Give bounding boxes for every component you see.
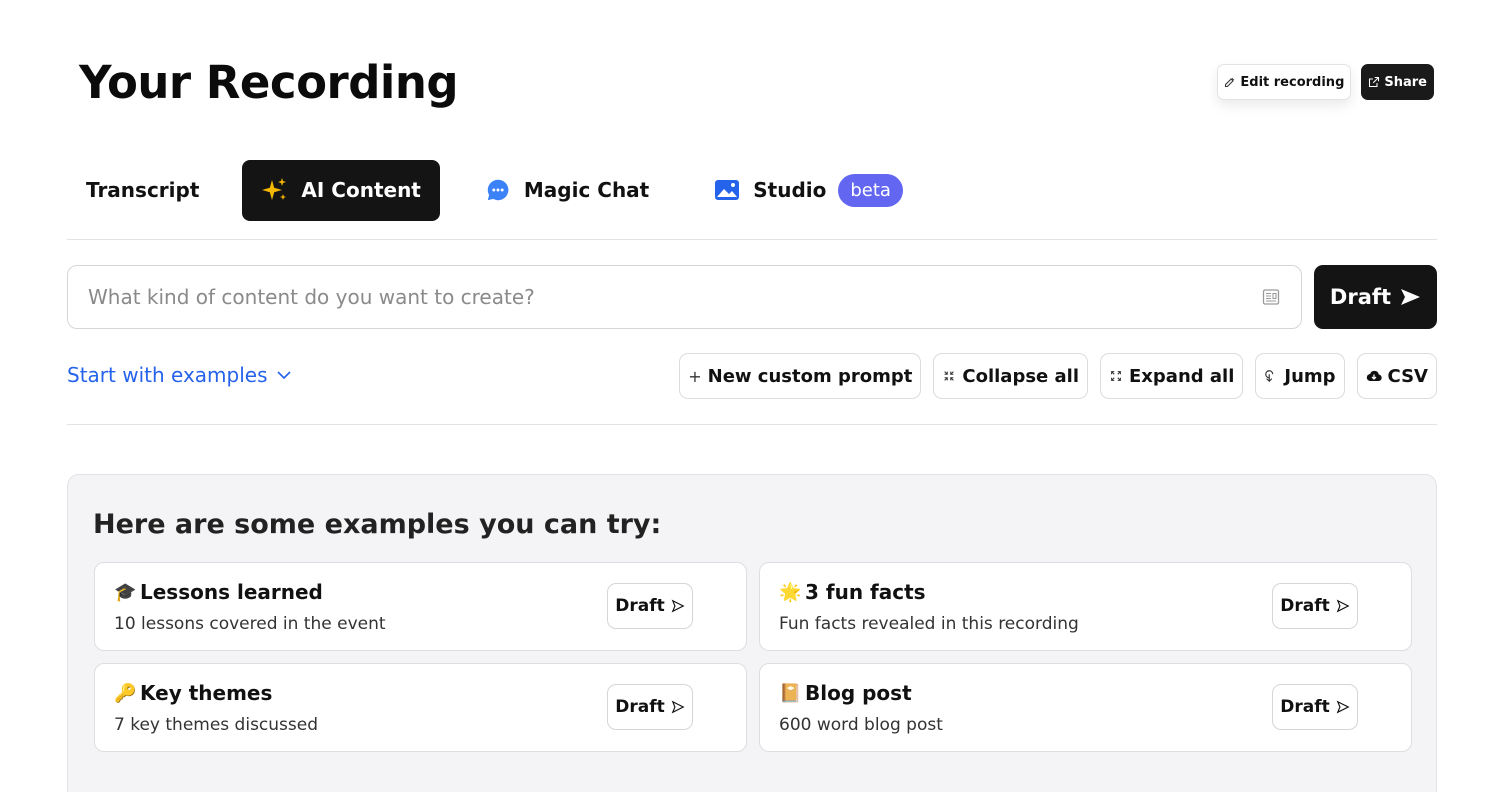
example-draft-button[interactable]: Draft — [1272, 583, 1358, 629]
star-icon: 🌟 — [779, 581, 802, 603]
tabs-divider — [67, 239, 1437, 240]
tab-ai-content-label: AI Content — [301, 178, 421, 202]
example-title: Lessons learned — [140, 580, 323, 604]
draft-label: Draft — [615, 596, 665, 616]
send-outline-icon — [671, 599, 685, 613]
example-draft-button[interactable]: Draft — [1272, 684, 1358, 730]
collapse-all-label: Collapse all — [962, 365, 1079, 387]
examples-toggle-label: Start with examples — [67, 363, 268, 387]
start-with-examples-toggle[interactable]: Start with examples — [67, 363, 292, 387]
toolbar-divider — [67, 424, 1437, 425]
page-title: Your Recording — [79, 56, 459, 109]
examples-heading: Here are some examples you can try: — [93, 509, 662, 540]
content-prompt-input[interactable] — [88, 285, 1253, 309]
cloud-download-icon — [1366, 368, 1382, 384]
edit-icon — [1224, 76, 1236, 88]
csv-label: CSV — [1387, 365, 1428, 387]
example-draft-button[interactable]: Draft — [607, 583, 693, 629]
tab-transcript[interactable]: Transcript — [67, 160, 218, 221]
expand-all-label: Expand all — [1129, 365, 1235, 387]
draft-label: Draft — [1280, 596, 1330, 616]
example-title: 3 fun facts — [805, 580, 926, 604]
chevron-down-icon — [276, 367, 292, 383]
csv-button[interactable]: CSV — [1356, 353, 1437, 399]
example-card-blog-post[interactable]: 📔 Blog post 600 word blog post Draft — [759, 663, 1412, 752]
plus-icon: + — [688, 366, 702, 386]
external-link-icon — [1368, 76, 1380, 88]
edit-recording-label: Edit recording — [1240, 74, 1345, 90]
expand-all-button[interactable]: Expand all — [1100, 353, 1244, 399]
share-button[interactable]: Share — [1361, 64, 1434, 100]
tab-magic-chat-label: Magic Chat — [523, 178, 650, 202]
chat-bubble-icon — [484, 176, 512, 204]
examples-panel: Here are some examples you can try: 🎓 Le… — [67, 474, 1437, 792]
sparkles-icon — [261, 176, 289, 204]
example-draft-button[interactable]: Draft — [607, 684, 693, 730]
send-outline-icon — [1336, 700, 1350, 714]
new-custom-prompt-button[interactable]: + New custom prompt — [679, 353, 922, 399]
share-label: Share — [1384, 74, 1427, 90]
edit-recording-button[interactable]: Edit recording — [1217, 64, 1352, 100]
draft-button-label: Draft — [1329, 285, 1392, 309]
graduation-cap-icon: 🎓 — [114, 581, 137, 603]
example-description: 600 word blog post — [779, 715, 943, 735]
collapse-icon — [942, 369, 956, 383]
example-card-lessons-learned[interactable]: 🎓 Lessons learned 10 lessons covered in … — [94, 562, 747, 651]
content-tabs: Transcript AI Content Magic Chat Studio … — [67, 159, 921, 221]
collapse-all-button[interactable]: Collapse all — [933, 353, 1088, 399]
beta-badge: beta — [838, 173, 903, 207]
content-tools: + New custom prompt Collapse all Expand … — [679, 353, 1437, 399]
expand-icon — [1109, 369, 1123, 383]
example-title: Key themes — [140, 681, 273, 705]
prompt-input-container — [67, 265, 1302, 329]
new-custom-prompt-label: New custom prompt — [707, 365, 913, 387]
send-outline-icon — [671, 700, 685, 714]
tab-studio[interactable]: Studio beta — [693, 160, 921, 221]
example-card-key-themes[interactable]: 🔑 Key themes 7 key themes discussed Draf… — [94, 663, 747, 752]
send-icon — [1399, 286, 1421, 308]
example-description: Fun facts revealed in this recording — [779, 614, 1079, 634]
example-description: 7 key themes discussed — [114, 715, 319, 735]
tab-ai-content[interactable]: AI Content — [242, 159, 440, 221]
draft-label: Draft — [1280, 697, 1330, 717]
tab-transcript-label: Transcript — [86, 178, 200, 202]
document-icon[interactable] — [1253, 287, 1281, 307]
example-title: Blog post — [805, 681, 912, 705]
jump-label: Jump — [1284, 365, 1336, 387]
tab-studio-label: Studio — [753, 178, 827, 202]
tab-magic-chat[interactable]: Magic Chat — [466, 160, 668, 221]
top-actions: Edit recording Share — [1217, 64, 1434, 100]
draft-label: Draft — [615, 697, 665, 717]
example-card-fun-facts[interactable]: 🌟 3 fun facts Fun facts revealed in this… — [759, 562, 1412, 651]
image-icon — [713, 176, 741, 204]
jump-button[interactable]: Jump — [1255, 353, 1345, 399]
notebook-icon: 📔 — [779, 682, 802, 704]
draft-button[interactable]: Draft — [1314, 265, 1437, 329]
jump-icon — [1264, 369, 1278, 383]
example-description: 10 lessons covered in the event — [114, 614, 386, 634]
send-outline-icon — [1336, 599, 1350, 613]
key-icon: 🔑 — [114, 682, 137, 704]
